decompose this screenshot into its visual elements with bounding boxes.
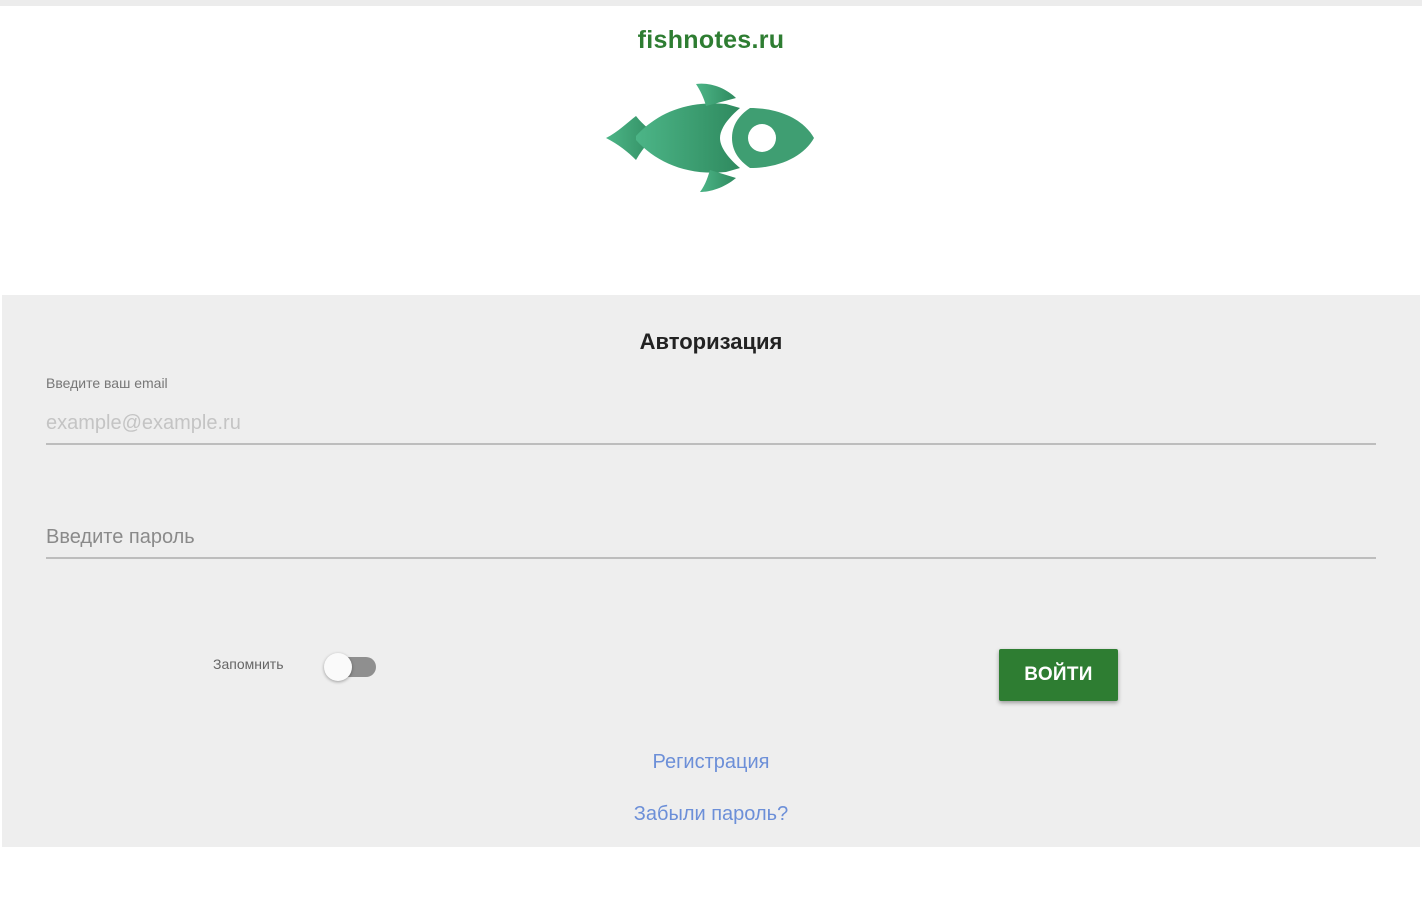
site-title: fishnotes.ru xyxy=(637,26,785,54)
email-input[interactable] xyxy=(46,403,1376,445)
login-panel: Авторизация Введите ваш email Запомнить … xyxy=(2,295,1420,847)
register-link[interactable]: Регистрация xyxy=(2,751,1420,774)
remember-toggle[interactable] xyxy=(324,653,378,681)
login-button[interactable]: ВОЙТИ xyxy=(999,649,1118,701)
password-input[interactable] xyxy=(46,517,1376,559)
forgot-password-link[interactable]: Забыли пароль? xyxy=(2,803,1420,826)
toggle-thumb xyxy=(324,653,352,681)
auth-title: Авторизация xyxy=(639,329,783,354)
email-label: Введите ваш email xyxy=(46,375,168,391)
header: fishnotes.ru xyxy=(0,6,1422,295)
remember-label: Запомнить xyxy=(213,656,284,672)
fish-icon xyxy=(606,83,814,192)
